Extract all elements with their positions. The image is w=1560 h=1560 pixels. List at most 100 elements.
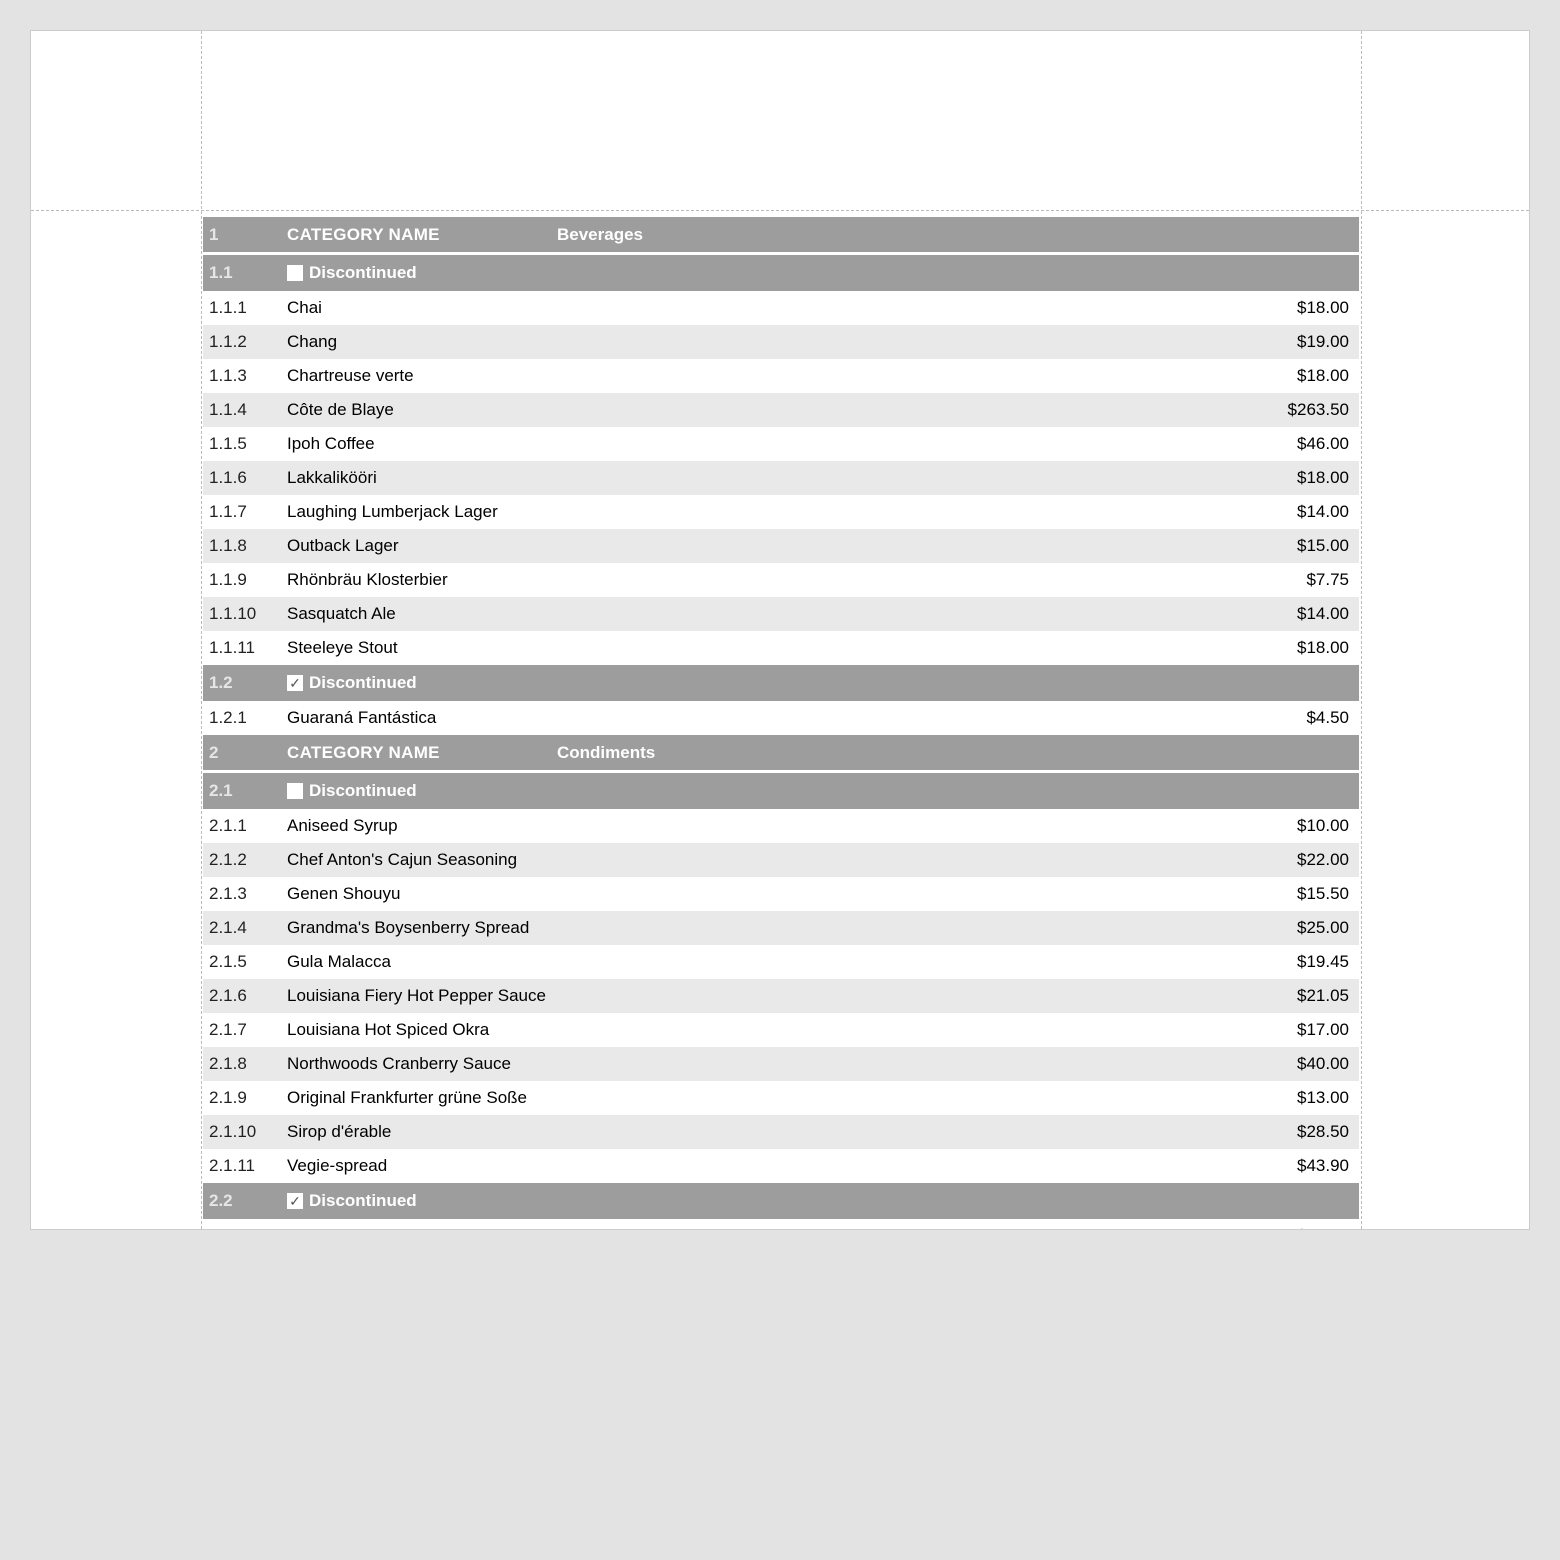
product-price: $28.50 bbox=[1249, 1122, 1359, 1142]
product-number: 1.1.2 bbox=[203, 332, 287, 352]
product-price: $14.00 bbox=[1249, 502, 1359, 522]
product-name: Genen Shouyu bbox=[287, 884, 1249, 904]
product-row: 1.1.5Ipoh Coffee$46.00 bbox=[203, 427, 1359, 461]
product-name: Aniseed Syrup bbox=[287, 816, 1249, 836]
category-name-value: Beverages bbox=[557, 225, 643, 245]
product-row: 2.1.4Grandma's Boysenberry Spread$25.00 bbox=[203, 911, 1359, 945]
product-number: 2.1.10 bbox=[203, 1122, 287, 1142]
group-mid: ✓Discontinued bbox=[287, 673, 417, 693]
product-number: 1.1.4 bbox=[203, 400, 287, 420]
product-number: 1.1.7 bbox=[203, 502, 287, 522]
product-number: 1.1.1 bbox=[203, 298, 287, 318]
product-price: $18.00 bbox=[1249, 468, 1359, 488]
checkbox-icon bbox=[287, 265, 303, 281]
product-number: 2.1.3 bbox=[203, 884, 287, 904]
product-row: 1.1.8Outback Lager$15.00 bbox=[203, 529, 1359, 563]
product-row: 1.1.3Chartreuse verte$18.00 bbox=[203, 359, 1359, 393]
product-name: Ipoh Coffee bbox=[287, 434, 1249, 454]
product-row: 1.1.1Chai$18.00 bbox=[203, 291, 1359, 325]
product-name: Vegie-spread bbox=[287, 1156, 1249, 1176]
category-name-label: CATEGORY NAME bbox=[287, 225, 557, 245]
product-number: 1.2.1 bbox=[203, 708, 287, 728]
category-header: 2CATEGORY NAMECondiments bbox=[203, 735, 1359, 773]
product-price: $21.05 bbox=[1249, 986, 1359, 1006]
product-price: $18.00 bbox=[1249, 638, 1359, 658]
product-name: Louisiana Fiery Hot Pepper Sauce bbox=[287, 986, 1249, 1006]
product-number: 2.1.1 bbox=[203, 816, 287, 836]
product-number: 1.1.9 bbox=[203, 570, 287, 590]
product-price: $40.00 bbox=[1249, 1054, 1359, 1074]
product-name: Chartreuse verte bbox=[287, 366, 1249, 386]
product-name: Outback Lager bbox=[287, 536, 1249, 556]
discontinued-header: 1.1 Discontinued bbox=[203, 255, 1359, 291]
product-price: $25.00 bbox=[1249, 918, 1359, 938]
product-row: 2.2.1Chef Anton's Gumbo Mix$21.35 bbox=[203, 1219, 1359, 1230]
discontinued-label: Discontinued bbox=[309, 673, 417, 693]
product-price: $19.45 bbox=[1249, 952, 1359, 972]
product-number: 1.1.11 bbox=[203, 638, 287, 658]
product-name: Chang bbox=[287, 332, 1249, 352]
product-price: $17.00 bbox=[1249, 1020, 1359, 1040]
product-price: $13.00 bbox=[1249, 1088, 1359, 1108]
product-price: $22.00 bbox=[1249, 850, 1359, 870]
group-mid: ✓Discontinued bbox=[287, 1191, 417, 1211]
group-mid: Discontinued bbox=[287, 781, 417, 801]
product-name: Côte de Blaye bbox=[287, 400, 1249, 420]
category-header: 1CATEGORY NAMEBeverages bbox=[203, 217, 1359, 255]
product-row: 2.1.2Chef Anton's Cajun Seasoning$22.00 bbox=[203, 843, 1359, 877]
product-price: $15.00 bbox=[1249, 536, 1359, 556]
product-row: 1.1.9Rhönbräu Klosterbier$7.75 bbox=[203, 563, 1359, 597]
product-name: Chef Anton's Cajun Seasoning bbox=[287, 850, 1249, 870]
product-number: 2.2.1 bbox=[203, 1226, 287, 1230]
product-number: 1.1.10 bbox=[203, 604, 287, 624]
product-number: 2.1.6 bbox=[203, 986, 287, 1006]
category-name-label: CATEGORY NAME bbox=[287, 743, 557, 763]
product-name: Lakkalikööri bbox=[287, 468, 1249, 488]
group-number: 1.1 bbox=[203, 263, 287, 283]
product-row: 1.1.2Chang$19.00 bbox=[203, 325, 1359, 359]
group-mid: Discontinued bbox=[287, 263, 417, 283]
group-number: 2.1 bbox=[203, 781, 287, 801]
product-price: $263.50 bbox=[1249, 400, 1359, 420]
product-price: $14.00 bbox=[1249, 604, 1359, 624]
product-number: 1.1.5 bbox=[203, 434, 287, 454]
discontinued-label: Discontinued bbox=[309, 781, 417, 801]
product-number: 1.1.6 bbox=[203, 468, 287, 488]
category-number: 1 bbox=[203, 225, 287, 245]
product-price: $10.00 bbox=[1249, 816, 1359, 836]
product-number: 1.1.8 bbox=[203, 536, 287, 556]
product-name: Rhönbräu Klosterbier bbox=[287, 570, 1249, 590]
product-number: 2.1.4 bbox=[203, 918, 287, 938]
product-price: $4.50 bbox=[1249, 708, 1359, 728]
product-price: $15.50 bbox=[1249, 884, 1359, 904]
group-number: 1.2 bbox=[203, 673, 287, 693]
product-price: $7.75 bbox=[1249, 570, 1359, 590]
category-number: 2 bbox=[203, 743, 287, 763]
discontinued-header: 2.2✓Discontinued bbox=[203, 1183, 1359, 1219]
product-name: Chai bbox=[287, 298, 1249, 318]
product-name: Laughing Lumberjack Lager bbox=[287, 502, 1249, 522]
product-row: 2.1.9Original Frankfurter grüne Soße$13.… bbox=[203, 1081, 1359, 1115]
product-name: Grandma's Boysenberry Spread bbox=[287, 918, 1249, 938]
product-name: Gula Malacca bbox=[287, 952, 1249, 972]
product-name: Chef Anton's Gumbo Mix bbox=[287, 1226, 1249, 1230]
category-mid: CATEGORY NAMECondiments bbox=[287, 743, 655, 763]
product-row: 1.1.6Lakkalikööri$18.00 bbox=[203, 461, 1359, 495]
product-name: Sirop d'érable bbox=[287, 1122, 1249, 1142]
product-number: 2.1.5 bbox=[203, 952, 287, 972]
report-page: 1CATEGORY NAMEBeverages1.1Discontinued1.… bbox=[30, 30, 1530, 1230]
product-price: $18.00 bbox=[1249, 366, 1359, 386]
product-name: Northwoods Cranberry Sauce bbox=[287, 1054, 1249, 1074]
product-row: 1.1.10Sasquatch Ale$14.00 bbox=[203, 597, 1359, 631]
product-row: 1.1.4Côte de Blaye$263.50 bbox=[203, 393, 1359, 427]
product-row: 2.1.10Sirop d'érable$28.50 bbox=[203, 1115, 1359, 1149]
product-number: 2.1.2 bbox=[203, 850, 287, 870]
product-price: $46.00 bbox=[1249, 434, 1359, 454]
product-row: 2.1.6Louisiana Fiery Hot Pepper Sauce$21… bbox=[203, 979, 1359, 1013]
product-name: Louisiana Hot Spiced Okra bbox=[287, 1020, 1249, 1040]
discontinued-label: Discontinued bbox=[309, 1191, 417, 1211]
category-name-value: Condiments bbox=[557, 743, 655, 763]
product-number: 2.1.8 bbox=[203, 1054, 287, 1074]
category-mid: CATEGORY NAMEBeverages bbox=[287, 225, 643, 245]
discontinued-label: Discontinued bbox=[309, 263, 417, 283]
